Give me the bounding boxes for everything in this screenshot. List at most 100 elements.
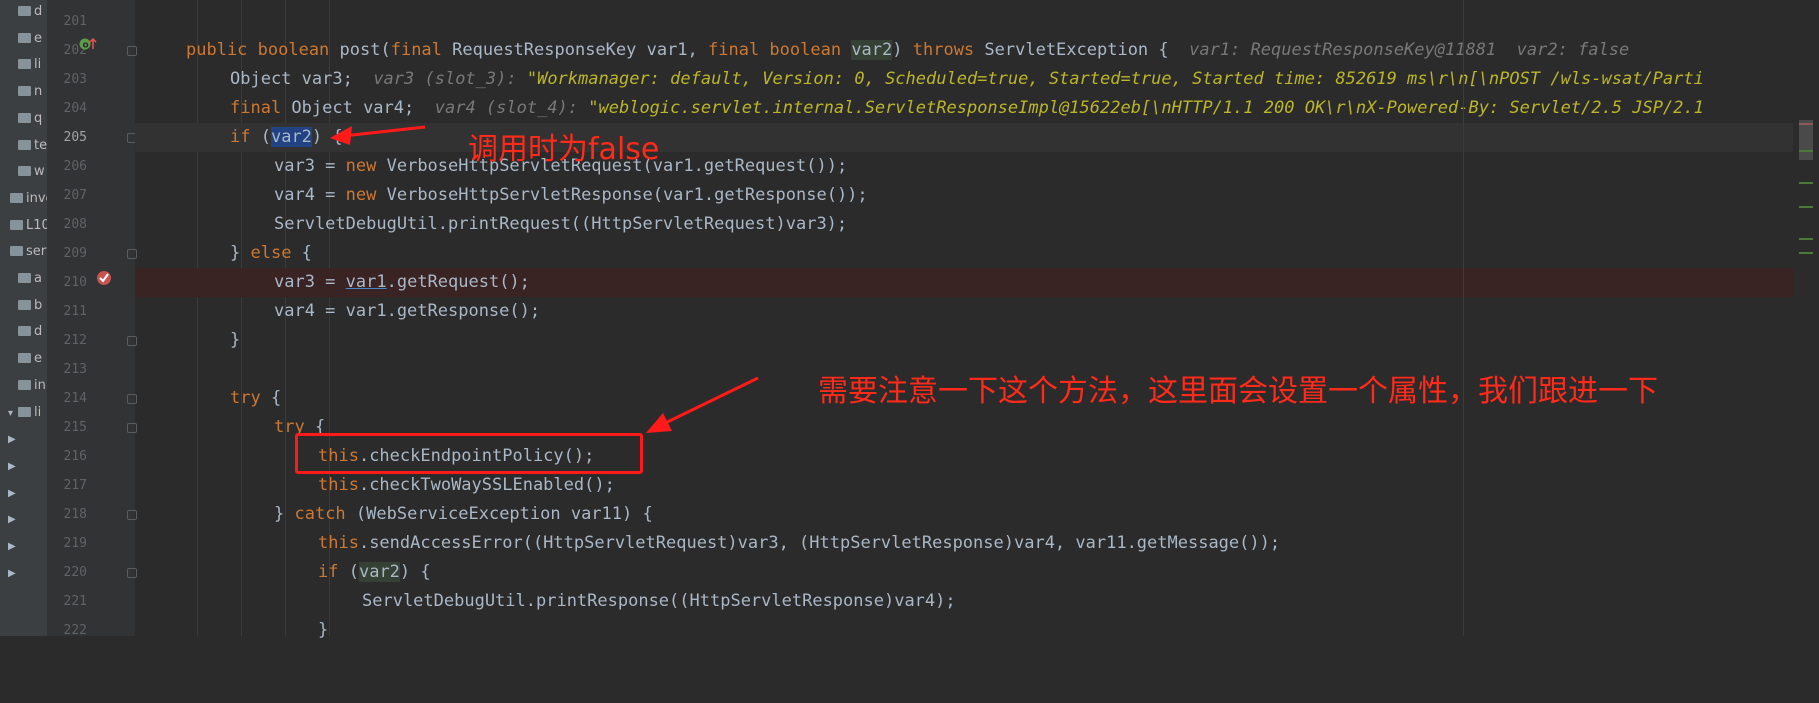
- project-tree-label: d: [34, 324, 43, 340]
- line-number: 212: [63, 333, 87, 348]
- folder-icon: [18, 406, 31, 417]
- expand-arrow-icon[interactable]: ▶: [8, 537, 18, 557]
- project-tree-label: n: [34, 84, 43, 100]
- project-tree-item[interactable]: a: [8, 269, 42, 289]
- scroll-thumb[interactable]: [1799, 120, 1813, 160]
- project-tree-item[interactable]: d: [8, 322, 42, 342]
- project-tree-item[interactable]: inve: [0, 189, 47, 209]
- line-number: 208: [63, 217, 87, 232]
- code-line-211: var4 = var1.getResponse();: [274, 301, 541, 321]
- line-number: 220: [63, 565, 87, 580]
- project-tree-item[interactable]: b: [8, 296, 42, 316]
- line-number: 209: [63, 246, 87, 261]
- code-line-221: ServletDebugUtil.printResponse((HttpServ…: [362, 591, 956, 611]
- project-tree-item[interactable]: q: [8, 109, 42, 129]
- expand-arrow-icon[interactable]: ▶: [8, 484, 18, 504]
- project-tree-item[interactable]: ▶: [8, 456, 18, 476]
- project-tree-item[interactable]: e: [8, 349, 42, 369]
- project-tree-item[interactable]: ▾ li: [8, 403, 41, 423]
- project-tree-item[interactable]: n: [8, 82, 42, 102]
- code-line-207: var4 = new VerboseHttpServletResponse(va…: [274, 185, 868, 205]
- code-line-205: if (var2) {: [135, 123, 1819, 152]
- expand-arrow-icon[interactable]: ▶: [8, 457, 18, 477]
- folder-icon: [18, 112, 31, 123]
- project-tree-item[interactable]: li: [8, 55, 41, 75]
- code-editor[interactable]: public boolean post(final RequestRespons…: [135, 0, 1819, 640]
- code-line-208: ServletDebugUtil.printRequest((HttpServl…: [274, 214, 848, 234]
- project-tree-label: inve: [26, 190, 47, 206]
- project-tree-item[interactable]: e: [8, 29, 42, 49]
- expand-arrow-icon[interactable]: ▶: [8, 510, 18, 530]
- line-number: 205: [63, 130, 87, 145]
- folder-icon: [18, 6, 31, 16]
- code-line-206: var3 = new VerboseHttpServletRequest(var…: [274, 156, 848, 176]
- svg-text:o: o: [83, 41, 89, 51]
- project-tree-item[interactable]: te: [8, 136, 47, 156]
- line-number: 219: [63, 536, 87, 551]
- project-tree-label: e: [34, 30, 42, 46]
- project-tree-label: q: [34, 110, 43, 126]
- project-tree-label: d: [34, 4, 43, 19]
- code-line-210: var3 = var1.getRequest();: [135, 268, 1819, 297]
- folder-icon: [18, 379, 31, 390]
- line-number: 204: [63, 101, 87, 116]
- folder-icon: [10, 219, 23, 230]
- code-line-222: }: [318, 620, 329, 640]
- project-tree-label: te: [34, 137, 47, 153]
- error-stripe[interactable]: [1793, 0, 1819, 636]
- line-number: 203: [63, 72, 87, 87]
- project-tree-label: e: [34, 351, 42, 367]
- annotation-false-note: 调用时为false: [468, 132, 660, 167]
- code-line-219: this.sendAccessError((HttpServletRequest…: [318, 533, 1281, 553]
- project-tree-item[interactable]: L10N: [0, 216, 47, 236]
- project-tree-label: in: [34, 377, 46, 393]
- line-number: 213: [63, 362, 87, 377]
- folder-icon: [18, 166, 31, 177]
- project-tree-item[interactable]: ▶: [8, 483, 18, 503]
- expand-arrow-icon[interactable]: ▶: [8, 430, 18, 450]
- line-number: 201: [63, 14, 87, 29]
- code-line-202: public boolean post(final RequestRespons…: [186, 40, 1630, 60]
- line-number: 217: [63, 478, 87, 493]
- code-line-203: Object var3; var3 (slot_3): "Workmanager…: [230, 69, 1704, 89]
- annotation-method-note: 需要注意一下这个方法，这里面会设置一个属性，我们跟进一下: [818, 374, 1658, 409]
- folder-icon: [10, 192, 23, 203]
- folder-icon: [18, 86, 31, 97]
- project-tree-item[interactable]: ▶: [8, 536, 18, 556]
- project-tree-label: L10N: [26, 217, 47, 233]
- folder-icon: [18, 273, 31, 283]
- folder-icon: [18, 353, 31, 364]
- code-line-209: } else {: [230, 243, 312, 263]
- project-tree-label: li: [34, 57, 42, 73]
- line-number: 207: [63, 188, 87, 203]
- project-tree-label: li: [34, 404, 42, 420]
- line-number: 221: [63, 594, 87, 609]
- project-tree-item[interactable]: d: [8, 2, 42, 22]
- line-number: 215: [63, 420, 87, 435]
- line-number: 206: [63, 159, 87, 174]
- folder-icon: [18, 59, 31, 70]
- code-line-218: } catch (WebServiceException var11) {: [274, 504, 653, 524]
- project-tree-item[interactable]: in: [8, 376, 46, 396]
- project-tree-label: w: [34, 164, 45, 180]
- code-line-217: this.checkTwoWaySSLEnabled();: [318, 475, 615, 495]
- highlight-box: [295, 433, 643, 474]
- line-number: 222: [63, 623, 87, 638]
- line-number: 218: [63, 507, 87, 522]
- line-number: 216: [63, 449, 87, 464]
- code-line-220: if (var2) {: [318, 562, 431, 582]
- folder-icon: [10, 246, 23, 257]
- expand-arrow-icon[interactable]: ▾: [8, 404, 18, 424]
- project-tree-item[interactable]: ▶: [8, 563, 18, 583]
- breakpoint-icon[interactable]: [95, 269, 113, 287]
- folder-icon: [18, 32, 31, 43]
- code-line-204: final Object var4; var4 (slot_4): "weblo…: [230, 98, 1704, 118]
- project-tree-item[interactable]: ▶: [8, 509, 18, 529]
- project-tree-item[interactable]: w: [8, 162, 45, 182]
- project-tree-label: b: [34, 297, 43, 313]
- override-method-icon[interactable]: o: [78, 35, 98, 53]
- expand-arrow-icon[interactable]: ▶: [8, 564, 18, 584]
- project-tree-item[interactable]: serv: [0, 242, 47, 262]
- line-number: 211: [63, 304, 87, 319]
- project-tree-item[interactable]: ▶: [8, 429, 18, 449]
